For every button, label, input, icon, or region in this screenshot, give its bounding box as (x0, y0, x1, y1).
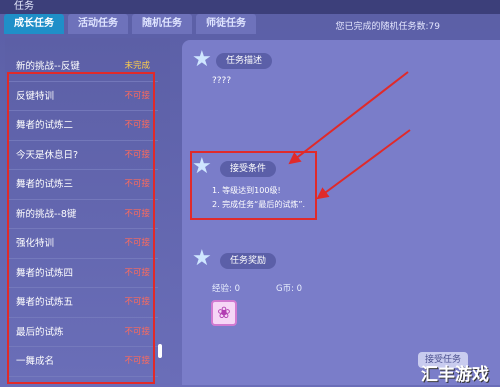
arrow-to-title (288, 71, 409, 165)
task-window: 任务 成长任务 活动任务 随机任务 师徒任务 您已完成的随机任务数:79 新的挑… (0, 0, 500, 387)
annotation-arrows (288, 71, 411, 200)
watermark-logo: 汇丰游戏 (421, 365, 489, 385)
arrow-to-requirements (316, 129, 411, 200)
